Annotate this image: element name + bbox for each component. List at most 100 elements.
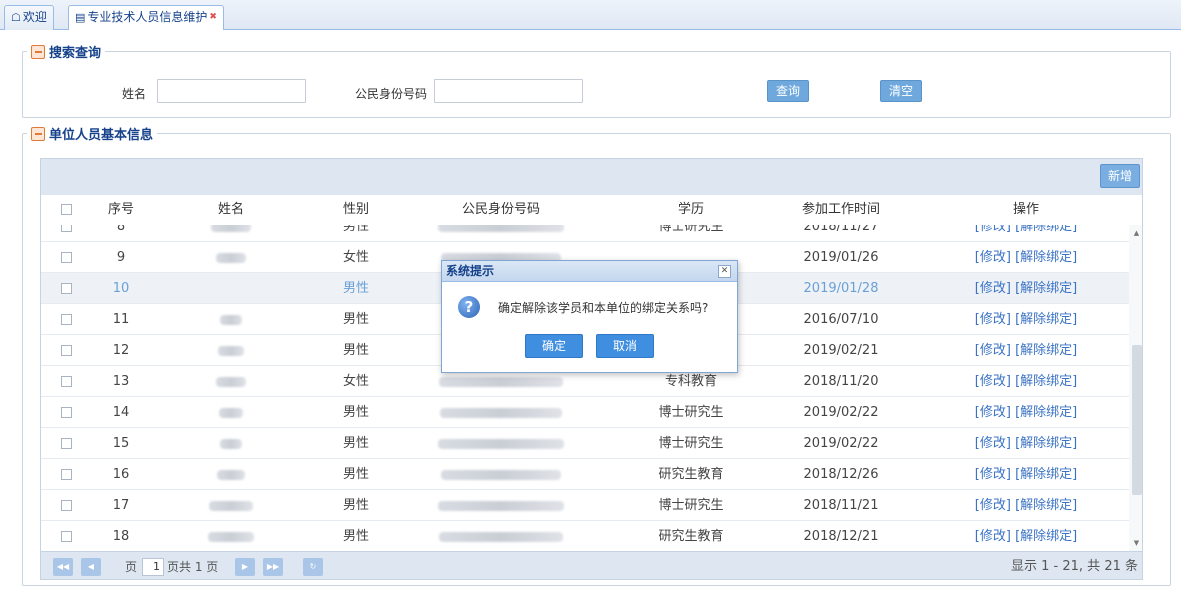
grid-toolbar: 新增 — [41, 159, 1142, 195]
row-checkbox-cell[interactable] — [55, 397, 77, 428]
unbind-link[interactable]: [解除绑定] — [1015, 498, 1077, 513]
id-number-input[interactable] — [434, 79, 583, 103]
confirm-cancel-button[interactable]: 取消 — [596, 334, 654, 358]
row-gender-cell: 男性 — [326, 490, 386, 521]
checkbox[interactable] — [60, 283, 72, 294]
checkbox[interactable] — [60, 345, 72, 356]
row-work-date-cell: 2018/11/21 — [781, 490, 901, 521]
header-no[interactable]: 序号 — [91, 195, 151, 225]
scroll-up-icon[interactable]: ▲ — [1129, 227, 1142, 239]
header-select-all[interactable] — [55, 195, 77, 225]
row-checkbox-cell[interactable] — [55, 459, 77, 490]
unbind-link[interactable]: [解除绑定] — [1015, 374, 1077, 389]
checkbox[interactable] — [60, 531, 72, 542]
checkbox[interactable] — [60, 500, 72, 511]
row-education-cell: 研究生教育 — [651, 521, 731, 551]
checkbox[interactable] — [60, 376, 72, 387]
edit-link[interactable]: [修改] — [975, 281, 1011, 296]
row-work-date: 2018/11/20 — [803, 374, 879, 389]
close-icon[interactable]: ✖ — [209, 6, 217, 29]
first-page-icon[interactable]: ◀◀ — [53, 558, 73, 576]
edit-link[interactable]: [修改] — [975, 312, 1011, 327]
refresh-icon[interactable]: ↻ — [303, 558, 323, 576]
unbind-link[interactable]: [解除绑定] — [1015, 405, 1077, 420]
checkbox[interactable] — [60, 469, 72, 480]
row-actions-cell: [修改] [解除绑定] — [966, 521, 1086, 551]
header-name[interactable]: 姓名 — [201, 195, 261, 225]
checkbox[interactable] — [60, 438, 72, 449]
table-row[interactable]: 18 男性 研究生教育 2018/12/21 [修改] [解除绑定] — [41, 521, 1129, 551]
unbind-link[interactable]: [解除绑定] — [1015, 225, 1077, 234]
grid-scrollbar[interactable]: ▲ ▼ — [1129, 225, 1142, 551]
row-checkbox-cell[interactable] — [55, 490, 77, 521]
edit-link[interactable]: [修改] — [975, 225, 1011, 234]
edit-link[interactable]: [修改] — [975, 467, 1011, 482]
add-button[interactable]: 新增 — [1100, 164, 1140, 188]
row-no: 14 — [112, 405, 130, 420]
row-gender-cell: 男性 — [326, 397, 386, 428]
scroll-thumb[interactable] — [1132, 345, 1142, 495]
edit-link[interactable]: [修改] — [975, 405, 1011, 420]
row-name-cell — [201, 490, 261, 521]
checkbox[interactable] — [60, 314, 72, 325]
row-actions-cell: [修改] [解除绑定] — [966, 490, 1086, 521]
edit-link[interactable]: [修改] — [975, 498, 1011, 513]
scroll-down-icon[interactable]: ▼ — [1129, 537, 1142, 549]
row-no: 15 — [112, 436, 130, 451]
prev-page-icon[interactable]: ◀ — [81, 558, 101, 576]
checkbox[interactable] — [60, 407, 72, 418]
header-education[interactable]: 学历 — [651, 195, 731, 225]
edit-link[interactable]: [修改] — [975, 374, 1011, 389]
redacted-name — [216, 252, 246, 263]
edit-link[interactable]: [修改] — [975, 529, 1011, 544]
row-checkbox-cell[interactable] — [55, 428, 77, 459]
row-checkbox-cell[interactable] — [55, 521, 77, 551]
header-gender[interactable]: 性别 — [326, 195, 386, 225]
confirm-ok-button[interactable]: 确定 — [525, 334, 583, 358]
table-row[interactable]: 16 男性 研究生教育 2018/12/26 [修改] [解除绑定] — [41, 459, 1129, 490]
edit-link[interactable]: [修改] — [975, 436, 1011, 451]
edit-link[interactable]: [修改] — [975, 343, 1011, 358]
tab-welcome[interactable]: ☖ 欢迎 — [4, 5, 54, 30]
header-work-date[interactable]: 参加工作时间 — [781, 195, 901, 225]
table-row[interactable]: 17 男性 博士研究生 2018/11/21 [修改] [解除绑定] — [41, 490, 1129, 521]
row-checkbox-cell[interactable] — [55, 225, 77, 242]
row-checkbox-cell[interactable] — [55, 242, 77, 273]
row-checkbox-cell[interactable] — [55, 366, 77, 397]
row-checkbox-cell[interactable] — [55, 273, 77, 304]
header-id-number[interactable]: 公民身份号码 — [421, 195, 581, 225]
next-page-icon[interactable]: ▶ — [235, 558, 255, 576]
table-row[interactable]: 14 男性 博士研究生 2019/02/22 [修改] [解除绑定] — [41, 397, 1129, 428]
row-gender: 男性 — [342, 225, 369, 234]
checkbox[interactable] — [60, 204, 72, 215]
checkbox[interactable] — [60, 225, 72, 232]
unbind-link[interactable]: [解除绑定] — [1015, 250, 1077, 265]
redacted-id-number — [438, 500, 564, 511]
row-checkbox-cell[interactable] — [55, 304, 77, 335]
unbind-link[interactable]: [解除绑定] — [1015, 343, 1077, 358]
unbind-link[interactable]: [解除绑定] — [1015, 467, 1077, 482]
tab-staff-info[interactable]: ▤ 专业技术人员信息维护 ✖ — [68, 5, 224, 30]
unbind-link[interactable]: [解除绑定] — [1015, 281, 1077, 296]
table-row[interactable]: 15 男性 博士研究生 2019/02/22 [修改] [解除绑定] — [41, 428, 1129, 459]
checkbox[interactable] — [60, 252, 72, 263]
row-checkbox-cell[interactable] — [55, 335, 77, 366]
last-page-icon[interactable]: ▶▶ — [263, 558, 283, 576]
unbind-link[interactable]: [解除绑定] — [1015, 436, 1077, 451]
row-gender: 男性 — [342, 281, 369, 296]
query-button[interactable]: 查询 — [767, 80, 809, 102]
page-number-input[interactable]: 1 — [142, 558, 164, 576]
row-work-date: 2019/02/22 — [803, 436, 879, 451]
row-education-cell: 博士研究生 — [651, 428, 731, 459]
row-gender-cell: 女性 — [326, 366, 386, 397]
edit-link[interactable]: [修改] — [975, 250, 1011, 265]
pager-summary: 显示 1 - 21, 共 21 条 — [1011, 559, 1138, 574]
dialog-close-icon[interactable]: ✕ — [718, 265, 731, 278]
row-no-cell: 15 — [91, 428, 151, 459]
row-id-cell — [421, 428, 581, 459]
clear-button[interactable]: 清空 — [880, 80, 922, 102]
unbind-link[interactable]: [解除绑定] — [1015, 312, 1077, 327]
unbind-link[interactable]: [解除绑定] — [1015, 529, 1077, 544]
name-input[interactable] — [157, 79, 306, 103]
table-row[interactable]: 8 男性 博士研究生 2018/11/27 [修改] [解除绑定] — [41, 225, 1129, 242]
